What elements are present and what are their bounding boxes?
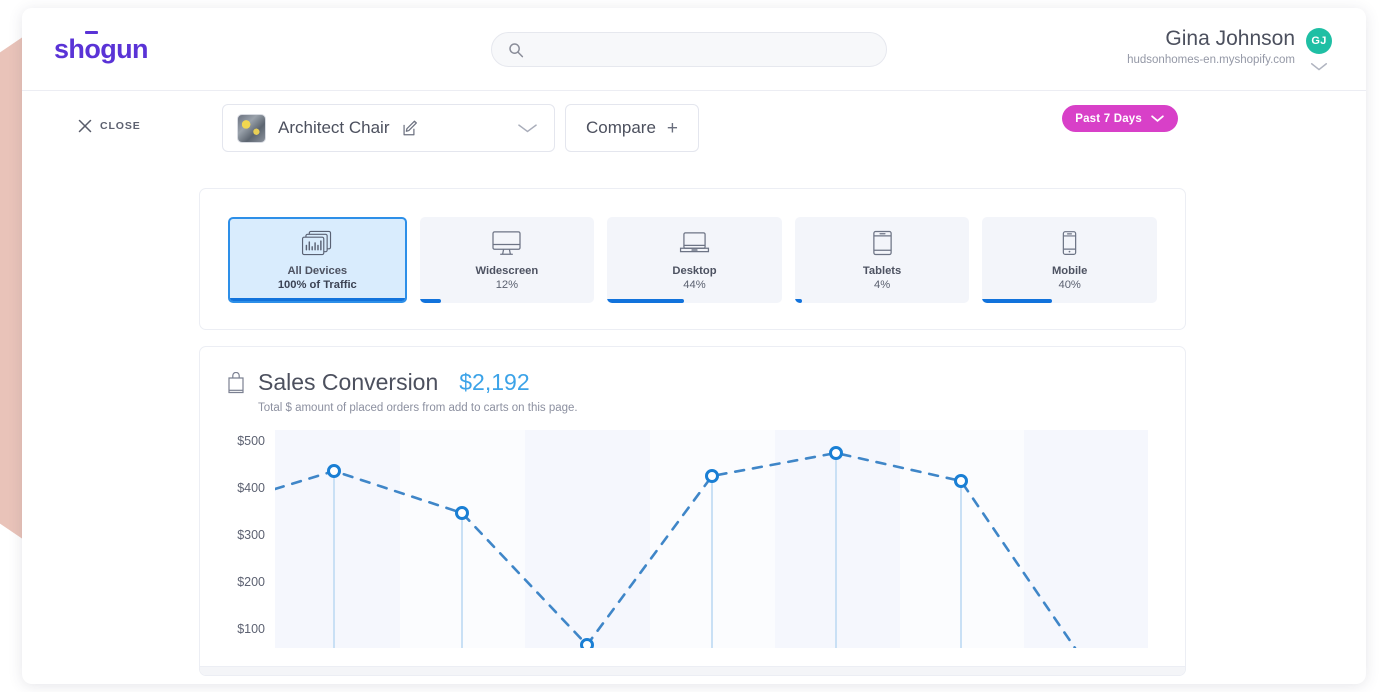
device-traffic-bar bbox=[229, 298, 405, 301]
chart-data-point[interactable] bbox=[327, 464, 341, 478]
date-range-label: Past 7 Days bbox=[1075, 112, 1142, 125]
page-toolbar: CLOSE Architect Chair Compare + Past 7 D… bbox=[22, 91, 1366, 167]
device-traffic-bar bbox=[607, 299, 684, 303]
top-header-bar: shogun Gina Johnson hudsonhomes-en.mysho… bbox=[22, 8, 1366, 91]
product-name: Architect Chair bbox=[278, 118, 390, 137]
y-axis-tick: $400 bbox=[237, 481, 265, 495]
chart-plot-wrapper: $500 $400 $300 $200 $100 bbox=[200, 430, 1185, 650]
mobile-phone-icon bbox=[1061, 228, 1078, 258]
app-window: shogun Gina Johnson hudsonhomes-en.mysho… bbox=[22, 8, 1366, 684]
chart-data-point[interactable] bbox=[580, 638, 594, 648]
search-bar[interactable] bbox=[491, 32, 887, 67]
all-devices-chart-icon bbox=[301, 228, 334, 258]
device-tile-sub: 4% bbox=[873, 279, 891, 291]
avatar: GJ bbox=[1306, 28, 1332, 54]
user-text-block: Gina Johnson hudsonhomes-en.myshopify.co… bbox=[1127, 26, 1295, 69]
tablet-icon bbox=[871, 228, 894, 258]
y-axis-tick: $300 bbox=[237, 528, 265, 542]
chart-plot-area[interactable] bbox=[275, 430, 1148, 648]
device-tile-tablets[interactable]: Tablets 4% bbox=[794, 217, 970, 303]
device-tile-widescreen[interactable]: Widescreen 12% bbox=[419, 217, 595, 303]
plus-icon: + bbox=[666, 117, 679, 139]
user-menu[interactable]: Gina Johnson hudsonhomes-en.myshopify.co… bbox=[1127, 26, 1332, 72]
logo-suffix: gun bbox=[100, 34, 148, 64]
device-tile-mobile[interactable]: Mobile 40% bbox=[982, 217, 1157, 303]
close-button-label: CLOSE bbox=[100, 120, 141, 132]
chevron-down-icon[interactable] bbox=[1309, 61, 1329, 72]
y-axis-tick: $200 bbox=[237, 575, 265, 589]
edit-pencil-icon[interactable] bbox=[402, 120, 419, 137]
chart-header: Sales Conversion $2,192 Total $ amount o… bbox=[200, 347, 1185, 414]
device-tile-label: Tablets bbox=[862, 265, 902, 277]
device-tile-label: All Devices bbox=[287, 265, 348, 277]
shogun-logo[interactable]: shogun bbox=[54, 34, 149, 65]
close-button[interactable]: CLOSE bbox=[78, 119, 141, 133]
chart-total-value: $2,192 bbox=[459, 369, 530, 395]
chart-data-point[interactable] bbox=[829, 446, 843, 460]
chart-line-series bbox=[275, 451, 1077, 648]
device-tile-sub: 100% of Traffic bbox=[277, 279, 357, 291]
y-axis-tick: $500 bbox=[237, 434, 265, 448]
app-root: shogun Gina Johnson hudsonhomes-en.mysho… bbox=[0, 0, 1387, 692]
logo-macron-o: o bbox=[84, 34, 101, 64]
product-selector[interactable]: Architect Chair bbox=[222, 104, 555, 152]
compare-button[interactable]: Compare + bbox=[565, 104, 699, 152]
device-tile-sub: 12% bbox=[495, 279, 519, 291]
chart-subtitle: Total $ amount of placed orders from add… bbox=[258, 402, 578, 414]
user-avatar-group[interactable]: GJ bbox=[1306, 26, 1332, 72]
sales-conversion-card: Sales Conversion $2,192 Total $ amount o… bbox=[199, 346, 1186, 676]
device-tile-label: Widescreen bbox=[475, 265, 539, 277]
device-traffic-bar bbox=[982, 299, 1053, 303]
search-input[interactable] bbox=[533, 42, 872, 57]
product-thumbnail-icon bbox=[237, 113, 266, 143]
user-name: Gina Johnson bbox=[1165, 27, 1295, 50]
widescreen-monitor-icon bbox=[491, 228, 522, 258]
device-tile-desktop[interactable]: Desktop 44% bbox=[607, 217, 782, 303]
compare-button-label: Compare bbox=[585, 118, 656, 137]
device-tile-label: Mobile bbox=[1051, 265, 1088, 277]
device-tile-sub: 44% bbox=[683, 279, 706, 291]
chart-data-point[interactable] bbox=[954, 474, 968, 488]
device-tile-all-devices[interactable]: All Devices 100% of Traffic bbox=[228, 217, 407, 303]
chevron-down-icon[interactable] bbox=[517, 122, 538, 134]
device-breakdown-card: All Devices 100% of Traffic Widescreen 1… bbox=[199, 188, 1186, 330]
chart-y-axis: $500 $400 $300 $200 $100 bbox=[200, 430, 275, 648]
chart-title: Sales Conversion bbox=[258, 369, 439, 395]
user-shop-domain: hudsonhomes-en.myshopify.com bbox=[1127, 54, 1295, 66]
device-traffic-bar bbox=[419, 299, 441, 303]
device-traffic-bar bbox=[794, 299, 802, 303]
search-icon bbox=[508, 42, 524, 58]
device-tile-label: Desktop bbox=[672, 265, 717, 277]
device-tile-sub: 40% bbox=[1058, 279, 1081, 291]
shopping-bag-icon bbox=[227, 371, 245, 394]
close-x-icon bbox=[78, 119, 92, 133]
card-bottom-edge bbox=[200, 666, 1185, 675]
date-range-button[interactable]: Past 7 Days bbox=[1062, 105, 1178, 132]
chevron-down-icon bbox=[1150, 114, 1165, 123]
chart-data-point[interactable] bbox=[455, 506, 469, 520]
device-tiles-row: All Devices 100% of Traffic Widescreen 1… bbox=[200, 189, 1185, 331]
desktop-laptop-icon bbox=[679, 228, 710, 258]
y-axis-tick: $100 bbox=[237, 622, 265, 636]
chart-title-row: Sales Conversion $2,192 bbox=[227, 369, 1185, 396]
logo-prefix: sh bbox=[54, 34, 85, 64]
chart-data-point[interactable] bbox=[705, 469, 719, 483]
